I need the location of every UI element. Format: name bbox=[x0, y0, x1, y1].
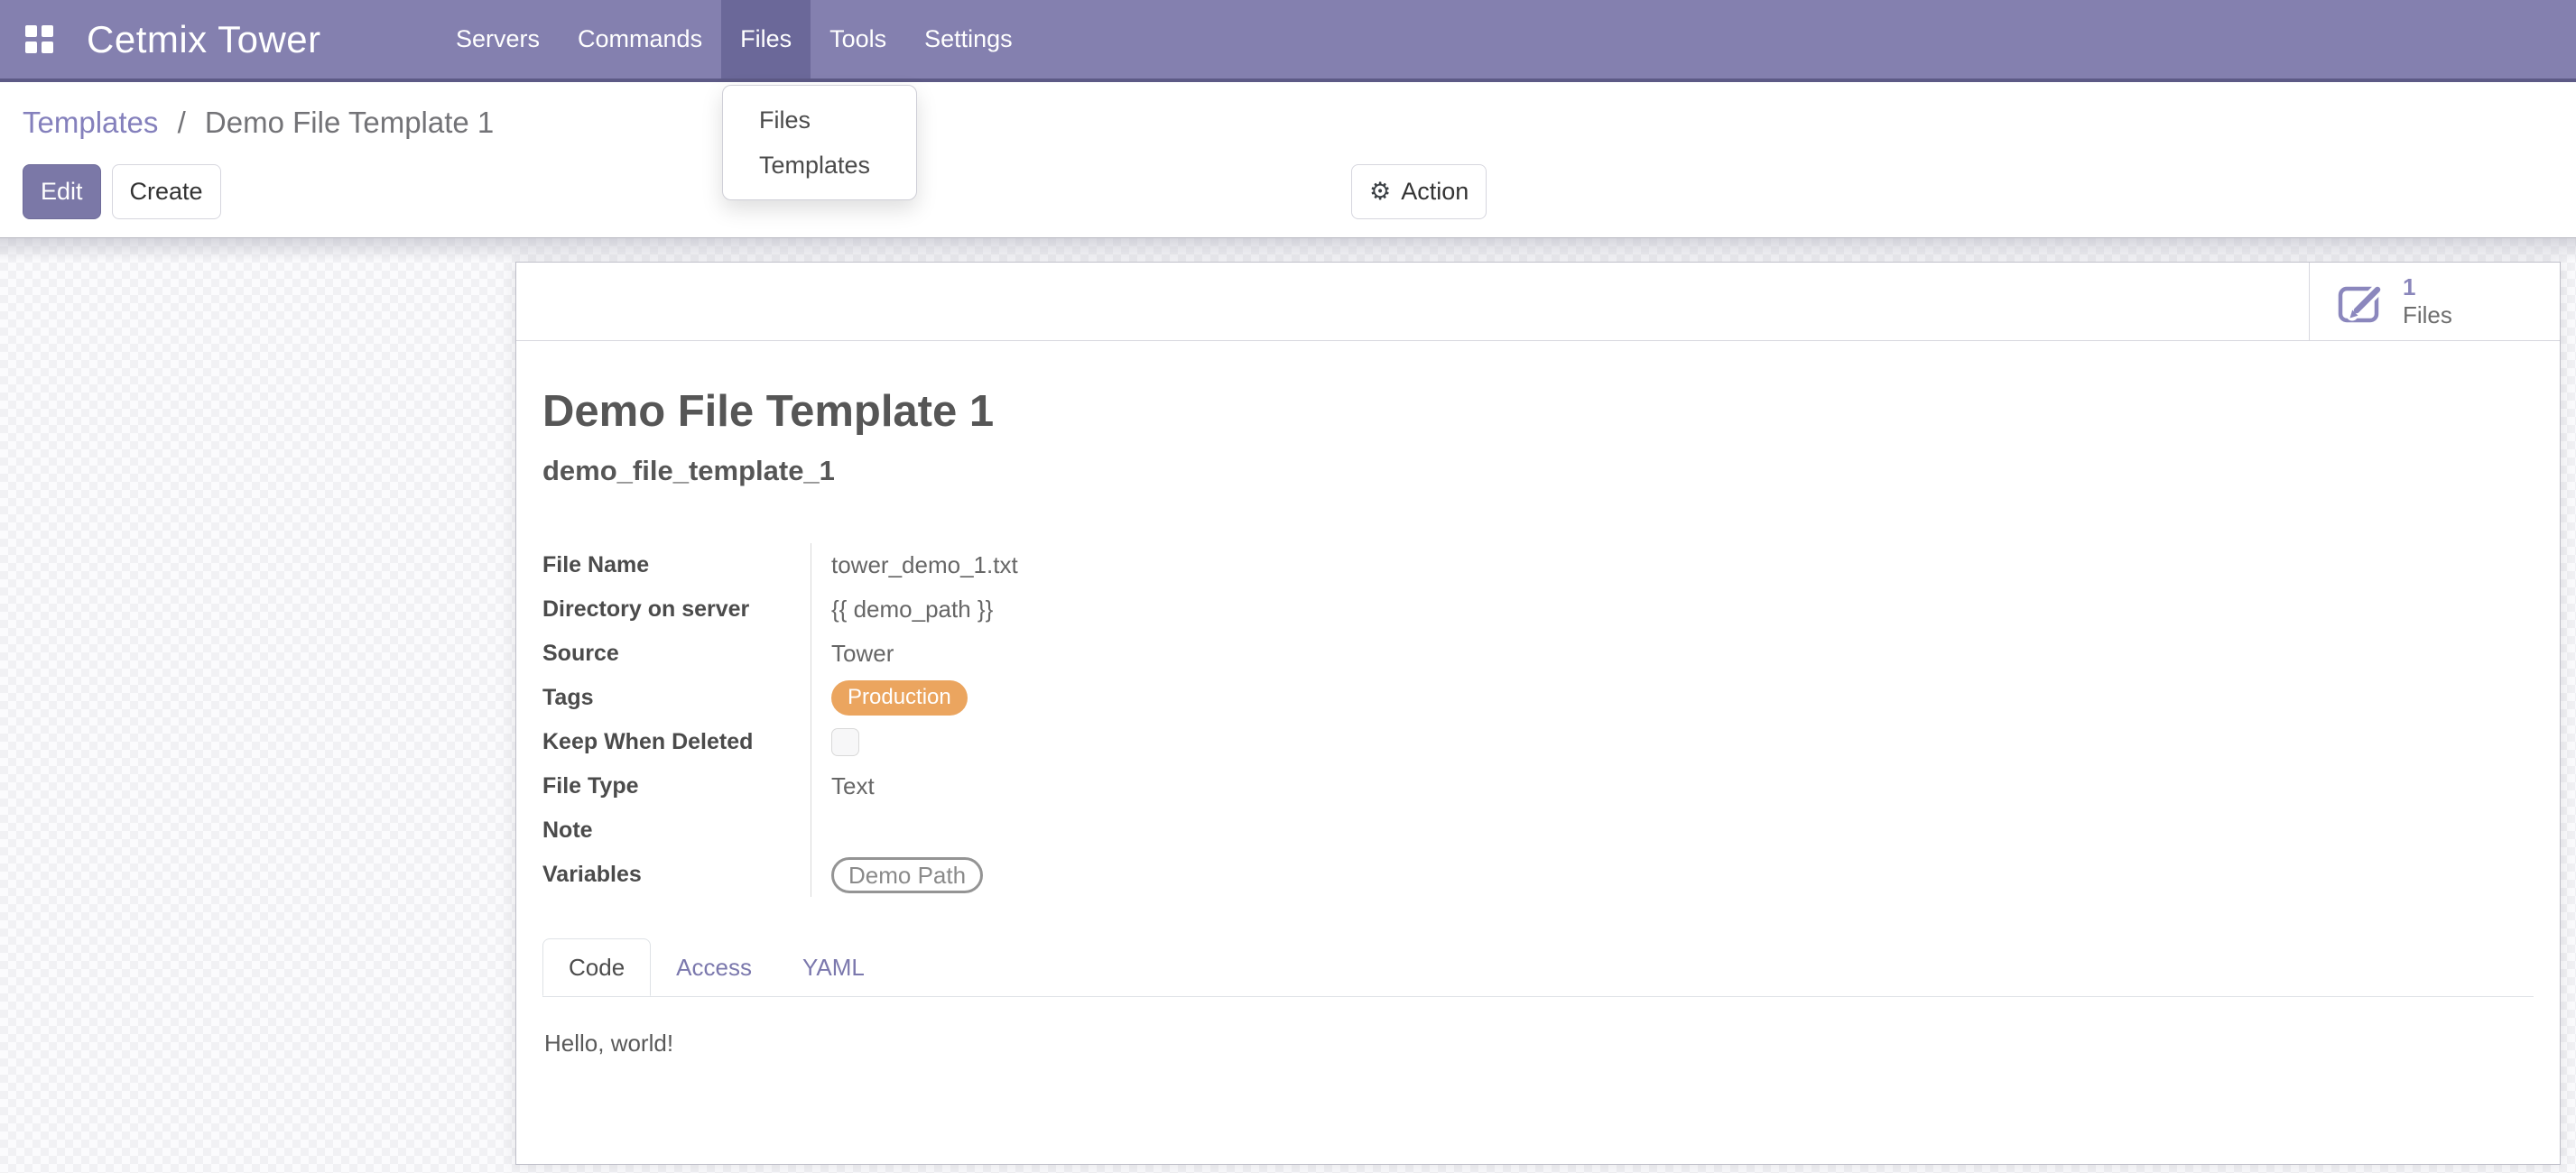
top-navbar: Cetmix Tower ServersCommandsFilesToolsSe… bbox=[0, 0, 2576, 82]
stat-text: 1 Files bbox=[2403, 273, 2452, 329]
field-value-text: {{ demo_path }} bbox=[831, 596, 993, 623]
edit-button[interactable]: Edit bbox=[23, 164, 101, 219]
form-sheet: Demo File Template 1 demo_file_template_… bbox=[516, 341, 2560, 1058]
tab-access[interactable]: Access bbox=[651, 938, 777, 996]
field-value-note bbox=[811, 808, 1580, 853]
files-stat-button[interactable]: 1 Files bbox=[2309, 263, 2560, 340]
field-value-file-name: tower_demo_1.txt bbox=[811, 543, 1580, 587]
create-button[interactable]: Create bbox=[112, 164, 221, 219]
control-panel-buttons: Edit Create bbox=[23, 164, 221, 219]
files-dropdown-menu: FilesTemplates bbox=[722, 85, 917, 200]
record-title: Demo File Template 1 bbox=[542, 386, 2534, 437]
tab-content-code: Hello, world! bbox=[542, 997, 2534, 1058]
field-value-text: Text bbox=[831, 772, 875, 800]
dropdown-item-templates[interactable]: Templates bbox=[723, 143, 916, 188]
field-label-source: Source bbox=[542, 632, 811, 676]
tab-code[interactable]: Code bbox=[542, 938, 651, 996]
stat-count: 1 bbox=[2403, 273, 2452, 301]
menu-servers[interactable]: Servers bbox=[437, 0, 559, 79]
field-row-variables: Variables Demo Path bbox=[542, 853, 1580, 897]
field-row-note: Note bbox=[542, 808, 1580, 853]
field-value-text: tower_demo_1.txt bbox=[831, 551, 1018, 579]
field-label-keep-when-deleted: Keep When Deleted bbox=[542, 720, 811, 764]
gear-icon: ⚙ bbox=[1369, 180, 1391, 204]
edit-square-icon bbox=[2337, 278, 2388, 325]
stat-label: Files bbox=[2403, 301, 2452, 329]
content-area: 1 Files Demo File Template 1 demo_file_t… bbox=[0, 237, 2576, 1173]
field-row-source: Source Tower bbox=[542, 632, 1580, 676]
action-button[interactable]: ⚙ Action bbox=[1351, 164, 1487, 219]
form-card: 1 Files Demo File Template 1 demo_file_t… bbox=[515, 262, 2561, 1165]
field-value-source: Tower bbox=[811, 632, 1580, 676]
tag-production: Production bbox=[831, 680, 968, 716]
field-row-file-type: File Type Text bbox=[542, 764, 1580, 808]
field-label-file-name: File Name bbox=[542, 543, 811, 587]
field-row-tags: Tags Production bbox=[542, 676, 1580, 720]
field-label-note: Note bbox=[542, 808, 811, 853]
field-value-variables: Demo Path bbox=[811, 853, 1580, 897]
checkbox-keep-when-deleted[interactable] bbox=[831, 728, 859, 756]
breadcrumb-current: Demo File Template 1 bbox=[205, 106, 494, 139]
field-row-directory-on-server: Directory on server {{ demo_path }} bbox=[542, 587, 1580, 632]
field-label-file-type: File Type bbox=[542, 764, 811, 808]
menu-tools[interactable]: Tools bbox=[811, 0, 905, 79]
field-value-tags: Production bbox=[811, 676, 1580, 720]
record-reference: demo_file_template_1 bbox=[542, 455, 2534, 487]
field-group: File Name tower_demo_1.txt Directory on se… bbox=[542, 543, 1580, 897]
tab-yaml[interactable]: YAML bbox=[777, 938, 890, 996]
apps-icon-square bbox=[25, 25, 37, 37]
main-menu: ServersCommandsFilesToolsSettings bbox=[437, 0, 1032, 79]
action-button-label: Action bbox=[1401, 178, 1469, 206]
field-label-variables: Variables bbox=[542, 853, 811, 897]
apps-icon-square bbox=[42, 25, 53, 37]
variable-pill-demo-path: Demo Path bbox=[831, 857, 983, 894]
field-value-text: Tower bbox=[831, 640, 894, 668]
menu-settings[interactable]: Settings bbox=[905, 0, 1032, 79]
field-label-tags: Tags bbox=[542, 676, 811, 720]
field-label-directory-on-server: Directory on server bbox=[542, 587, 811, 632]
button-box: 1 Files bbox=[516, 263, 2560, 341]
apps-icon-square bbox=[25, 42, 37, 53]
field-value-directory-on-server: {{ demo_path }} bbox=[811, 587, 1580, 632]
apps-icon-square bbox=[42, 42, 53, 53]
breadcrumb-separator: / bbox=[178, 106, 186, 139]
app-screen: Cetmix Tower ServersCommandsFilesToolsSe… bbox=[0, 0, 2576, 1173]
field-row-file-name: File Name tower_demo_1.txt bbox=[542, 543, 1580, 587]
menu-commands[interactable]: Commands bbox=[559, 0, 721, 79]
apps-menu-icon[interactable] bbox=[25, 25, 53, 53]
breadcrumb: Templates / Demo File Template 1 bbox=[23, 106, 494, 140]
field-value-keep-when-deleted bbox=[811, 720, 1580, 764]
menu-files[interactable]: Files bbox=[721, 0, 811, 79]
field-value-file-type: Text bbox=[811, 764, 1580, 808]
app-brand[interactable]: Cetmix Tower bbox=[87, 0, 321, 79]
breadcrumb-link-templates[interactable]: Templates bbox=[23, 106, 158, 139]
notebook-tabs: CodeAccessYAML bbox=[542, 938, 2534, 997]
control-panel: Templates / Demo File Template 1 Edit Cr… bbox=[0, 82, 2576, 237]
field-row-keep-when-deleted: Keep When Deleted bbox=[542, 720, 1580, 764]
dropdown-item-files[interactable]: Files bbox=[723, 97, 916, 143]
